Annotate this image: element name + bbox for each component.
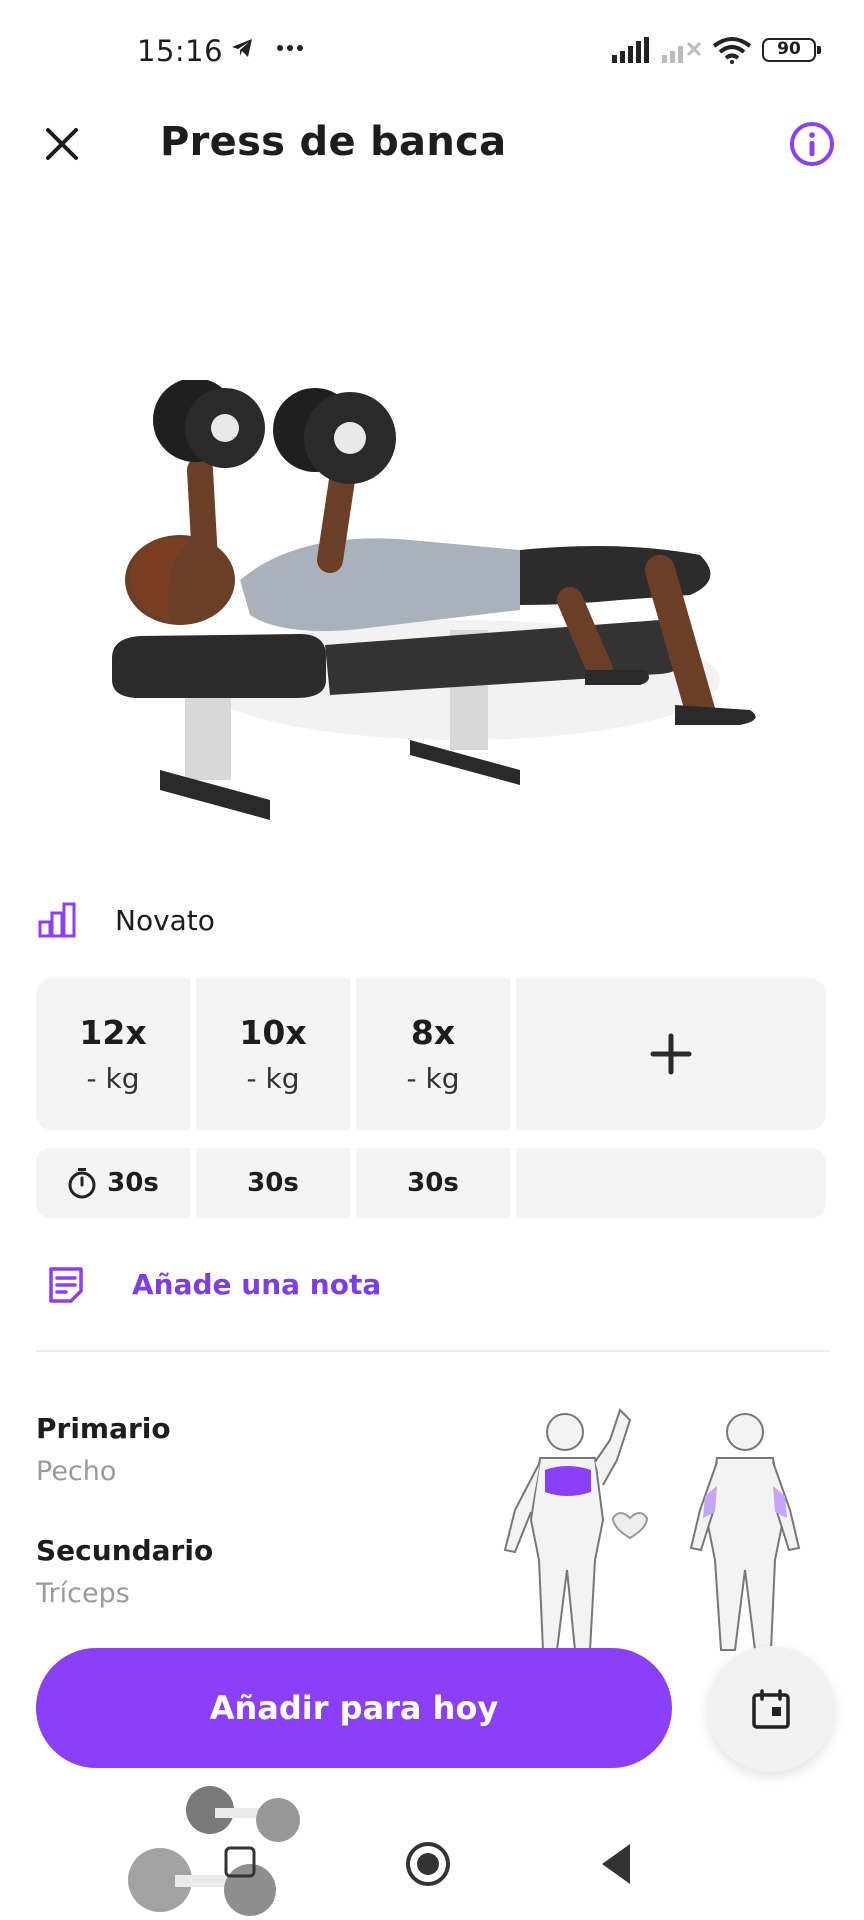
page-title: Press de banca <box>160 119 507 165</box>
add-note-button[interactable] <box>46 1265 86 1309</box>
rest-value: 30s <box>407 1168 459 1198</box>
rest-cell[interactable]: 30s <box>36 1148 190 1218</box>
info-button[interactable] <box>788 120 836 168</box>
plus-icon <box>650 1033 692 1075</box>
stopwatch-icon <box>68 1168 96 1199</box>
set-weight: - kg <box>246 1062 300 1095</box>
rest-value: 30s <box>247 1168 299 1198</box>
set-cell[interactable]: 8x - kg <box>356 978 510 1130</box>
level-label: Novato <box>115 904 215 937</box>
set-reps: 10x <box>239 1013 307 1052</box>
battery-icon: 90 <box>762 38 821 62</box>
rest-grid: 30s 30s 30s <box>36 1148 826 1218</box>
set-reps: 12x <box>79 1013 147 1052</box>
set-reps: 8x <box>410 1013 456 1052</box>
add-set-button[interactable] <box>516 978 826 1130</box>
sets-grid: 12x - kg 10x - kg 8x - kg <box>36 978 826 1130</box>
back-icon <box>602 1844 630 1884</box>
status-right-icons: 90 <box>612 36 821 64</box>
info-icon <box>790 122 834 166</box>
set-cell[interactable]: 10x - kg <box>196 978 350 1130</box>
telegram-icon <box>232 39 303 57</box>
set-weight: - kg <box>86 1062 140 1095</box>
secondary-muscle-value: Tríceps <box>36 1578 130 1609</box>
exercise-illustration <box>112 380 756 820</box>
back-button[interactable] <box>596 1840 636 1888</box>
signal-icon <box>612 37 649 63</box>
status-left-icons <box>230 36 310 64</box>
divider <box>36 1350 830 1352</box>
exercise-detail-screen: 15:16 90 Press de banca Novato 12x - kg … <box>0 0 864 1920</box>
home-button[interactable] <box>402 1838 454 1890</box>
level-row <box>38 902 78 938</box>
dumbbell-icon <box>128 1786 300 1916</box>
muscle-map <box>503 1408 801 1651</box>
calendar-icon <box>752 1689 790 1729</box>
close-button[interactable] <box>36 118 88 170</box>
add-note-label[interactable]: Añade una nota <box>132 1268 381 1301</box>
status-time: 15:16 <box>137 34 224 68</box>
status-bar: 15:16 90 <box>0 0 864 100</box>
recents-icon <box>224 1846 256 1878</box>
calendar-button[interactable] <box>708 1646 834 1772</box>
add-for-today-label: Añadir para hoy <box>209 1689 499 1727</box>
signal-off-icon <box>662 41 702 63</box>
close-icon <box>46 128 78 160</box>
secondary-muscle-label: Secundario <box>36 1534 214 1567</box>
recents-button[interactable] <box>222 1844 258 1880</box>
rest-cell-empty <box>516 1148 826 1218</box>
add-for-today-button[interactable]: Añadir para hoy <box>36 1648 672 1768</box>
home-icon <box>406 1842 450 1886</box>
primary-muscle-value: Pecho <box>36 1456 117 1487</box>
rest-value: 30s <box>107 1168 159 1198</box>
rest-cell[interactable]: 30s <box>356 1148 510 1218</box>
note-icon <box>49 1267 83 1303</box>
wifi-icon <box>712 37 752 64</box>
rest-cell[interactable]: 30s <box>196 1148 350 1218</box>
set-cell[interactable]: 12x - kg <box>36 978 190 1130</box>
set-weight: - kg <box>406 1062 460 1095</box>
level-bars-icon <box>38 902 76 938</box>
primary-muscle-label: Primario <box>36 1412 171 1445</box>
